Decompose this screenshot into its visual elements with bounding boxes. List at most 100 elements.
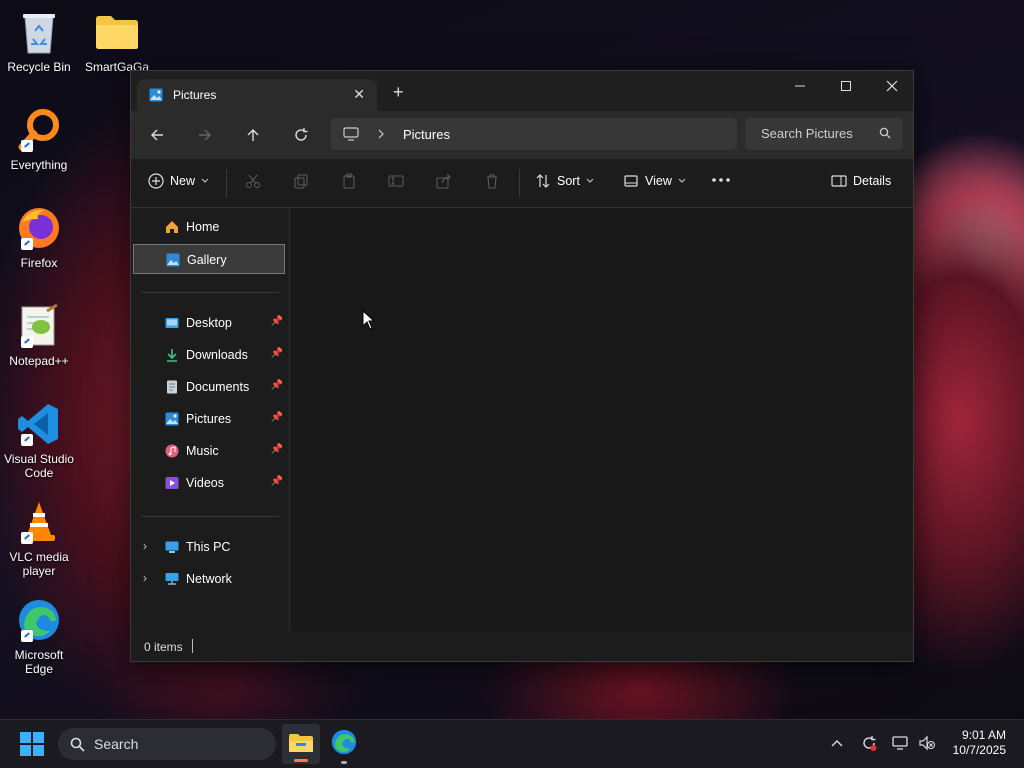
sort-button[interactable]: Sort [535,173,594,189]
nav-item-downloads[interactable]: Downloads 📌 [133,340,285,370]
desktop-icon-everything[interactable]: Everything [0,106,78,172]
copy-button[interactable] [293,173,309,189]
desktop-icon-vscode[interactable]: Visual Studio Code [0,400,78,480]
desktop-icon-edge[interactable]: Microsoft Edge [0,596,78,676]
monitor-network-icon [892,736,908,750]
address-bar[interactable]: Pictures [331,118,737,150]
rename-button[interactable] [388,173,404,189]
nav-label: Desktop [186,316,232,330]
pin-icon: 📌 [270,412,283,423]
details-pane-icon [831,175,847,187]
clipboard-icon [343,173,355,189]
ellipsis-icon [712,178,730,182]
arrow-up-icon [247,129,259,141]
everything-search-icon [15,106,63,154]
tab-close-button[interactable]: ✕ [353,86,365,103]
back-button[interactable] [144,123,170,147]
volume-icon-button[interactable] [918,734,936,752]
nav-item-this-pc[interactable]: › This PC [133,532,285,562]
tab-pictures[interactable]: Pictures ✕ [137,79,377,111]
paste-button[interactable] [341,173,357,189]
file-list-area[interactable] [290,208,913,631]
folder-icon [93,8,141,56]
clock-date: 10/7/2025 [952,743,1006,757]
nav-item-home[interactable]: Home [133,212,285,242]
taskbar-file-explorer[interactable] [282,724,320,764]
shortcut-arrow-icon [21,238,33,250]
sort-arrows-icon [536,174,550,188]
speaker-muted-icon [919,735,935,751]
chevron-right-icon[interactable]: › [143,539,147,553]
nav-item-gallery[interactable]: Gallery [133,244,285,274]
nav-item-pictures[interactable]: Pictures 📌 [133,404,285,434]
details-pane-button[interactable]: Details [831,173,891,189]
forward-button[interactable] [192,123,218,147]
close-icon [886,80,898,92]
chevron-right-icon[interactable]: › [143,571,147,585]
toolbar-divider [519,169,520,197]
up-button[interactable] [240,123,266,147]
shortcut-arrow-icon [21,336,33,348]
chevron-down-icon [678,178,686,183]
network-status-icon[interactable] [892,734,910,752]
cut-button[interactable] [245,173,261,189]
view-button[interactable]: View [623,173,686,189]
nav-item-documents[interactable]: Documents 📌 [133,372,285,402]
desktop-folder-icon [165,318,179,328]
new-label: New [170,174,196,188]
search-icon [879,127,891,139]
sync-status-icon[interactable] [860,734,878,752]
title-bar: Pictures ✕ + [131,71,913,111]
gallery-icon [166,253,180,267]
nav-item-desktop[interactable]: Desktop 📌 [133,308,285,338]
minimize-button[interactable] [777,71,823,101]
desktop-icon-vlc[interactable]: VLC media player [0,498,78,578]
download-icon [167,349,177,362]
nav-label: Videos [186,476,224,490]
sync-icon [863,736,877,751]
network-icon [165,573,179,585]
taskbar-edge[interactable] [330,728,360,764]
breadcrumb-pictures[interactable]: Pictures [403,127,450,142]
taskbar-search[interactable]: Search [58,728,276,760]
new-tab-button[interactable]: + [393,83,404,101]
desktop-icon-smartgaga[interactable]: SmartGaGa [78,8,156,74]
desktop-icon-recycle-bin[interactable]: Recycle Bin [0,8,78,74]
nav-label: Network [186,572,232,586]
new-button[interactable]: New [148,173,209,189]
rename-icon [388,175,404,187]
toolbar-divider [226,169,227,197]
show-hidden-icons-button[interactable] [828,734,846,752]
clock-time: 9:01 AM [961,728,1006,742]
share-button[interactable] [436,173,452,189]
chevron-down-icon [201,178,209,183]
details-label: Details [853,174,892,188]
nav-label: Pictures [186,412,232,426]
document-icon [167,380,177,394]
nav-item-videos[interactable]: Videos 📌 [133,468,285,498]
desktop-icon-label: Visual Studio Code [4,452,74,480]
nav-item-music[interactable]: Music 📌 [133,436,285,466]
pin-icon: 📌 [270,348,283,359]
desktop-icon-firefox[interactable]: Firefox [0,204,78,270]
search-box[interactable]: Search Pictures [745,118,903,150]
shortcut-arrow-icon [21,140,33,152]
copy-icon [294,174,308,189]
delete-button[interactable] [484,173,500,189]
start-button[interactable] [20,732,44,761]
refresh-button[interactable] [288,123,314,147]
desktop-icon-notepadpp[interactable]: Notepad++ [0,302,78,368]
edge-icon [331,729,357,755]
maximize-button[interactable] [823,71,869,101]
view-layout-icon [624,175,638,187]
navigation-pane: Home Gallery Desktop 📌 Downloads 📌 Docum… [131,208,290,631]
desktop-icon-label: VLC media player [9,550,69,578]
nav-item-network[interactable]: › Network [133,564,285,594]
more-options-button[interactable] [711,177,731,183]
pin-icon: 📌 [270,444,283,455]
firefox-icon [15,204,63,252]
close-window-button[interactable] [869,71,915,101]
address-toolbar: Pictures Search Pictures [131,111,913,159]
taskbar-clock[interactable]: 9:01 AM 10/7/2025 [953,728,1006,758]
file-explorer-window: Pictures ✕ + Pictures Search Pictures Ne… [130,70,914,662]
